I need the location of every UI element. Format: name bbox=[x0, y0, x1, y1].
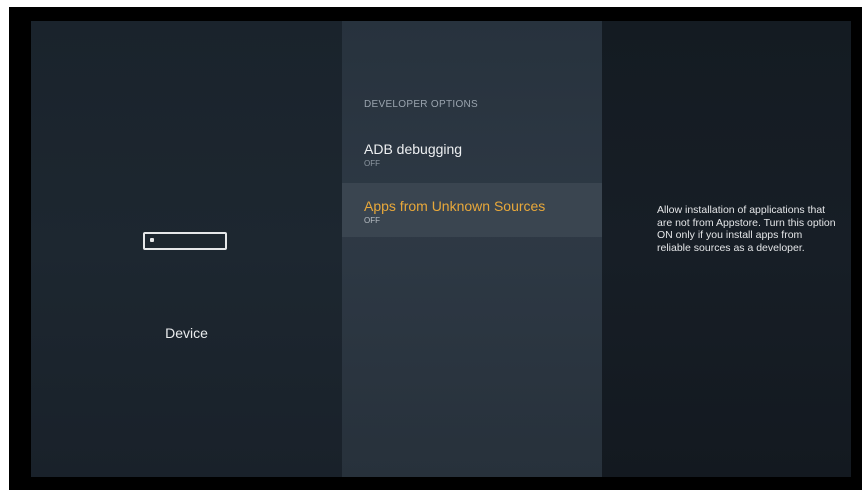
device-indicator-dot bbox=[150, 238, 154, 242]
menu-item-adb-debugging[interactable]: ADB debugging OFF bbox=[342, 140, 602, 182]
device-label: Device bbox=[165, 325, 208, 341]
developer-options-panel: DEVELOPER OPTIONS ADB debugging OFF Apps… bbox=[342, 21, 602, 477]
menu-item-title: ADB debugging bbox=[364, 141, 463, 157]
left-panel: Device bbox=[31, 21, 342, 477]
option-description: Allow installation of applications that … bbox=[657, 204, 836, 254]
menu-item-status: OFF bbox=[364, 159, 380, 168]
description-panel: Allow installation of applications that … bbox=[602, 21, 851, 477]
tv-frame: Device DEVELOPER OPTIONS ADB debugging O… bbox=[9, 7, 862, 490]
fire-tv-device-icon bbox=[143, 232, 227, 250]
section-header: DEVELOPER OPTIONS bbox=[364, 99, 479, 110]
menu-item-status: OFF bbox=[364, 216, 380, 225]
tv-screen: Device DEVELOPER OPTIONS ADB debugging O… bbox=[31, 21, 851, 477]
menu-item-title: Apps from Unknown Sources bbox=[364, 198, 546, 214]
menu-item-unknown-sources[interactable]: Apps from Unknown Sources OFF bbox=[342, 183, 602, 237]
